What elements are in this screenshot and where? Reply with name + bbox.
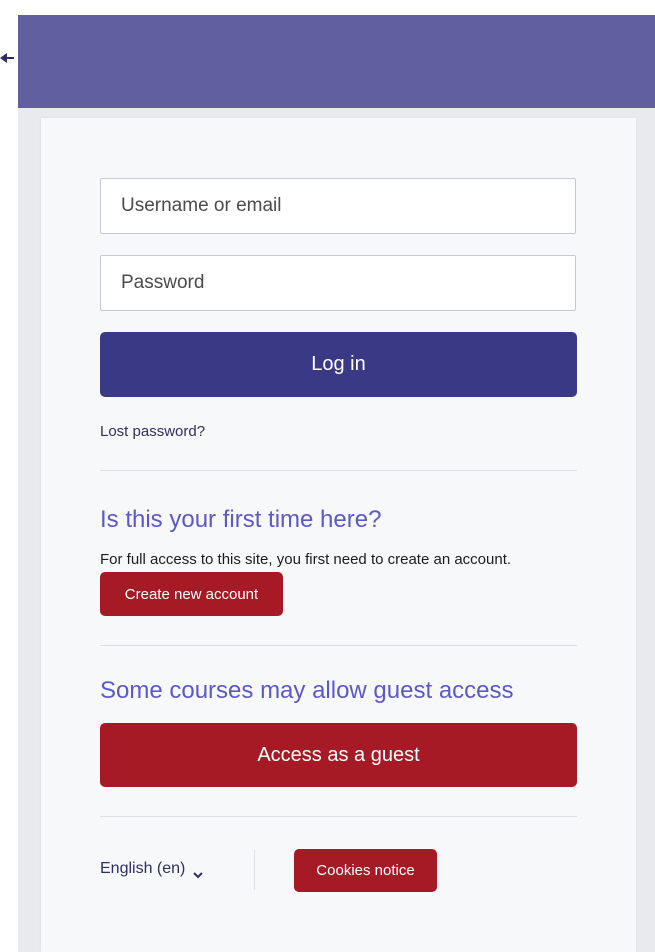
divider — [100, 470, 577, 471]
guest-access-heading: Some courses may allow guest access — [100, 677, 514, 704]
login-button[interactable]: Log in — [100, 332, 577, 397]
guest-access-button[interactable]: Access as a guest — [100, 723, 577, 787]
password-input[interactable] — [100, 255, 576, 311]
divider — [100, 645, 577, 646]
language-selector[interactable]: English (en) — [100, 860, 204, 878]
login-card: Log in Lost password? Is this your first… — [41, 118, 636, 952]
cookies-notice-button[interactable]: Cookies notice — [294, 849, 437, 892]
signup-info-text: For full access to this site, you first … — [100, 551, 512, 568]
page: Log in Lost password? Is this your first… — [0, 0, 655, 952]
chevron-down-icon — [193, 866, 204, 878]
username-input[interactable] — [100, 178, 576, 234]
language-label: English (en) — [100, 860, 186, 877]
create-account-button[interactable]: Create new account — [100, 572, 283, 616]
lost-password-link[interactable]: Lost password? — [100, 423, 205, 440]
top-bar — [18, 15, 655, 108]
first-time-heading: Is this your first time here? — [100, 506, 382, 533]
arrow-left-icon[interactable] — [0, 47, 14, 69]
divider — [100, 816, 577, 817]
footer-separator — [254, 850, 255, 890]
